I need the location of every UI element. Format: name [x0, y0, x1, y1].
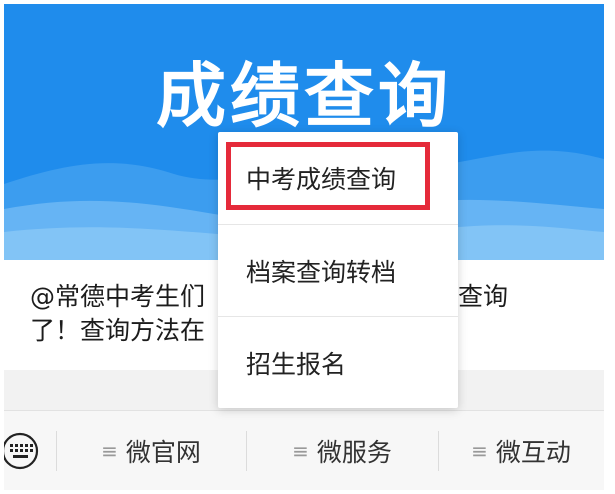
- menu-tab-label: 微官网: [125, 438, 201, 467]
- menu-tab-official-site[interactable]: ≡ 微官网: [56, 431, 246, 471]
- wechat-article-view: 成绩查询 @常德中考生们 可查询 了！查询方法在 ≡ 微官网 ≡ 微服务 ≡ 微…: [4, 4, 604, 490]
- banner-title: 成绩查询: [156, 55, 452, 137]
- submenu-item-enrollment[interactable]: 招生报名: [218, 316, 458, 408]
- menu-lines-icon: ≡: [101, 439, 118, 463]
- menu-tab-interaction[interactable]: ≡ 微互动: [438, 431, 604, 471]
- article-line-1-left: @常德中考生们: [30, 282, 206, 311]
- menu-tab-label: 微服务: [316, 438, 392, 467]
- bottom-menu-bar: ≡ 微官网 ≡ 微服务 ≡ 微互动: [4, 410, 604, 490]
- menu-tab-label: 微互动: [495, 438, 571, 467]
- submenu-item-archive-query[interactable]: 档案查询转档: [218, 224, 458, 316]
- article-line-2-left: 了！查询方法在: [30, 316, 206, 345]
- menu-tab-services[interactable]: ≡ 微服务: [246, 431, 438, 471]
- submenu-item-label: 招生报名: [246, 349, 347, 379]
- submenu-popup: 中考成绩查询 档案查询转档 招生报名: [218, 132, 458, 408]
- keyboard-icon[interactable]: [4, 431, 44, 471]
- submenu-item-label: 档案查询转档: [246, 257, 397, 287]
- screenshot-page: 成绩查询 @常德中考生们 可查询 了！查询方法在 ≡ 微官网 ≡ 微服务 ≡ 微…: [0, 0, 615, 494]
- red-highlight-box: [226, 142, 430, 210]
- menu-lines-icon: ≡: [471, 439, 488, 463]
- menu-lines-icon: ≡: [292, 439, 309, 463]
